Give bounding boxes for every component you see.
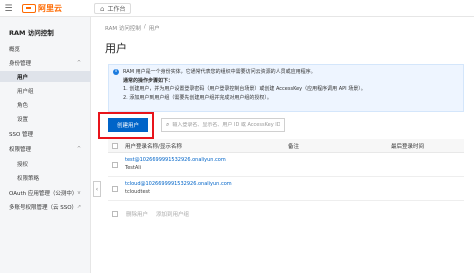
chevron-up-icon: ^ xyxy=(76,59,82,66)
user-login-link[interactable]: test@1026699991532926.onaliyun.com xyxy=(125,157,226,165)
page-title: 用户 xyxy=(105,42,127,55)
sidebar-item-label: 权限管理 xyxy=(9,146,32,153)
column-header-note: 备注 xyxy=(288,143,300,150)
search-input[interactable] xyxy=(172,122,281,128)
user-display-name: tcloudtest xyxy=(125,188,151,195)
row-checkbox[interactable] xyxy=(112,161,118,168)
sidebar-collapse-button[interactable]: ‹ xyxy=(93,181,101,197)
external-link-icon: ↗ xyxy=(76,203,82,210)
bulk-actions: 删除用户 添加到用户组 xyxy=(108,210,189,218)
sidebar-item-label: 多账号权限管理（云 SSO） xyxy=(9,204,78,211)
sidebar-item-label: SSO 管理 xyxy=(9,131,34,138)
sidebar-item-grants[interactable]: 授权 xyxy=(0,158,91,169)
column-header-last-login[interactable]: 最后登录时间 xyxy=(391,139,424,152)
table-row: test@1026699991532926.onaliyun.com TestA… xyxy=(108,153,464,177)
chevron-left-icon: ‹ xyxy=(95,185,99,193)
sidebar-item-identity[interactable]: 身份管理 ^ xyxy=(0,57,91,68)
breadcrumb-separator: / xyxy=(143,24,146,30)
sidebar-item-user-groups[interactable]: 用户组 xyxy=(0,85,91,96)
breadcrumb-item-ram[interactable]: RAM 访问控制 xyxy=(105,24,141,32)
info-icon: i xyxy=(113,69,119,75)
sidebar-item-label: 授权 xyxy=(17,161,29,168)
table-row: tcloud@1026699991532926.onaliyun.com tcl… xyxy=(108,177,464,201)
sidebar-item-label: 身份管理 xyxy=(9,60,32,67)
info-line-4: 2. 添加用户到用户组（需要先创建用户组并完成对用户组的授权）。 xyxy=(123,94,272,101)
chevron-up-icon: ^ xyxy=(76,145,82,152)
table-header: 用户登录名称/显示名称 备注 最后登录时间 xyxy=(108,139,464,153)
sidebar-item-label: 用户 xyxy=(17,74,29,81)
search-box[interactable]: ⌕ xyxy=(161,118,285,132)
sidebar: RAM 访问控制 概览 身份管理 ^ 用户 用户组 角色 设置 SSO 管理 权… xyxy=(0,17,91,273)
search-icon: ⌕ xyxy=(166,121,170,128)
menu-icon[interactable]: ☰ xyxy=(0,0,17,17)
sidebar-item-users[interactable]: 用户 xyxy=(0,71,91,82)
sidebar-title: RAM 访问控制 xyxy=(9,29,54,37)
logo-text: 阿里云 xyxy=(38,4,62,13)
select-all-checkbox[interactable] xyxy=(112,142,118,149)
sidebar-item-oauth[interactable]: OAuth 应用管理（公测中） v xyxy=(0,187,91,198)
workbench-label: 工作台 xyxy=(107,6,126,13)
top-bar: ☰ 阿里云 ⌂ 工作台 xyxy=(0,0,474,17)
info-line-1: RAM 用户是一个身份实体，它通常代表您的组织中需要访问云资源的人员或应用程序。 xyxy=(123,69,316,75)
info-line-3: 1. 创建用户，并为用户设置登录密码（用户登录控制台场景）或创建 AccessK… xyxy=(123,86,366,92)
sidebar-item-label: 设置 xyxy=(17,116,29,123)
row-checkbox[interactable] xyxy=(112,185,118,192)
sidebar-item-label: 用户组 xyxy=(17,88,34,95)
column-header-name: 用户登录名称/显示名称 xyxy=(125,143,182,150)
users-table: 用户登录名称/显示名称 备注 最后登录时间 test@1026699991532… xyxy=(108,139,464,201)
chevron-down-icon: v xyxy=(77,189,81,196)
logo-mark-icon xyxy=(22,4,36,13)
sidebar-item-permissions[interactable]: 权限管理 ^ xyxy=(0,143,91,154)
highlight-box xyxy=(98,112,154,139)
breadcrumb-item-users: 用户 xyxy=(148,26,160,32)
sidebar-item-label: 概览 xyxy=(9,46,21,53)
add-to-group-button[interactable]: 添加到用户组 xyxy=(156,210,189,218)
info-line-2: 通常的操作步骤如下： xyxy=(123,77,174,84)
user-login-link[interactable]: tcloud@1026699991532926.onaliyun.com xyxy=(125,181,232,189)
aliyun-logo[interactable]: 阿里云 xyxy=(22,3,62,14)
bulk-select-checkbox[interactable] xyxy=(112,211,118,217)
sidebar-item-cloud-sso[interactable]: 多账号权限管理（云 SSO） ↗ xyxy=(0,201,91,212)
workbench-button[interactable]: ⌂ 工作台 xyxy=(94,3,132,14)
sidebar-item-overview[interactable]: 概览 xyxy=(0,43,91,54)
breadcrumb: RAM 访问控制 / 用户 xyxy=(105,24,160,32)
info-box: i RAM 用户是一个身份实体，它通常代表您的组织中需要访问云资源的人员或应用程… xyxy=(108,64,464,112)
sidebar-item-label: OAuth 应用管理（公测中） xyxy=(9,190,78,197)
sidebar-item-label: 权限策略 xyxy=(17,175,40,182)
home-icon: ⌂ xyxy=(100,4,105,13)
sidebar-item-sso[interactable]: SSO 管理 xyxy=(0,128,91,139)
delete-user-button[interactable]: 删除用户 xyxy=(126,210,148,218)
user-display-name: TestAli xyxy=(125,164,142,171)
sidebar-item-roles[interactable]: 角色 xyxy=(0,99,91,110)
sidebar-item-policies[interactable]: 权限策略 xyxy=(0,172,91,183)
sidebar-item-label: 角色 xyxy=(17,102,29,109)
sidebar-item-settings[interactable]: 设置 xyxy=(0,113,91,124)
